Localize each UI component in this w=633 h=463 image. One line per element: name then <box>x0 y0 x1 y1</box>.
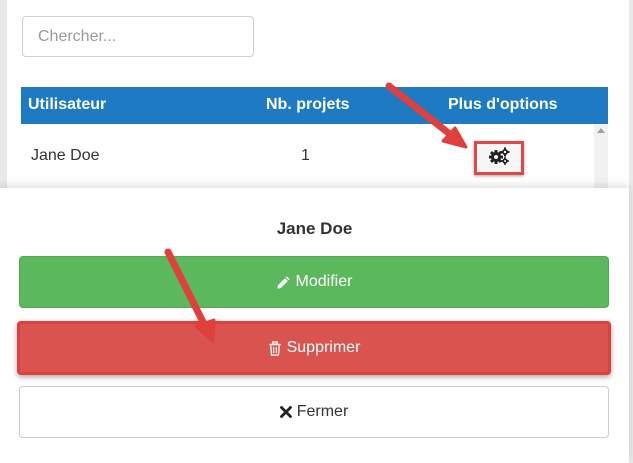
gears-icon <box>488 147 510 170</box>
user-options-modal: Jane Doe Modifier Supprimer Fermer <box>0 188 629 463</box>
trash-icon <box>268 340 282 356</box>
pencil-icon <box>276 275 291 290</box>
delete-label: Supprimer <box>286 339 361 356</box>
close-button[interactable]: Fermer <box>19 386 609 438</box>
users-table-header: Utilisateur Nb. projets Plus d'options <box>21 87 608 124</box>
cell-user: Jane Doe <box>31 147 100 164</box>
times-icon <box>279 406 292 418</box>
edit-button[interactable]: Modifier <box>19 256 609 308</box>
cell-projects: 1 <box>301 147 310 164</box>
modal-title: Jane Doe <box>276 219 353 238</box>
header-options: Plus d'options <box>448 96 558 113</box>
edit-label: Modifier <box>295 273 353 290</box>
header-user[interactable]: Utilisateur <box>28 96 106 114</box>
options-button[interactable] <box>474 141 524 175</box>
users-panel: Utilisateur Nb. projets Plus d'options J… <box>7 0 629 190</box>
delete-button[interactable]: Supprimer <box>17 321 611 375</box>
search-input[interactable] <box>22 16 254 57</box>
table-scrollbar[interactable] <box>594 124 608 190</box>
table-row: Jane Doe 1 <box>21 124 594 190</box>
close-label: Fermer <box>296 403 349 420</box>
scroll-up-arrow-icon[interactable] <box>597 128 605 133</box>
header-projects[interactable]: Nb. projets <box>266 96 350 114</box>
